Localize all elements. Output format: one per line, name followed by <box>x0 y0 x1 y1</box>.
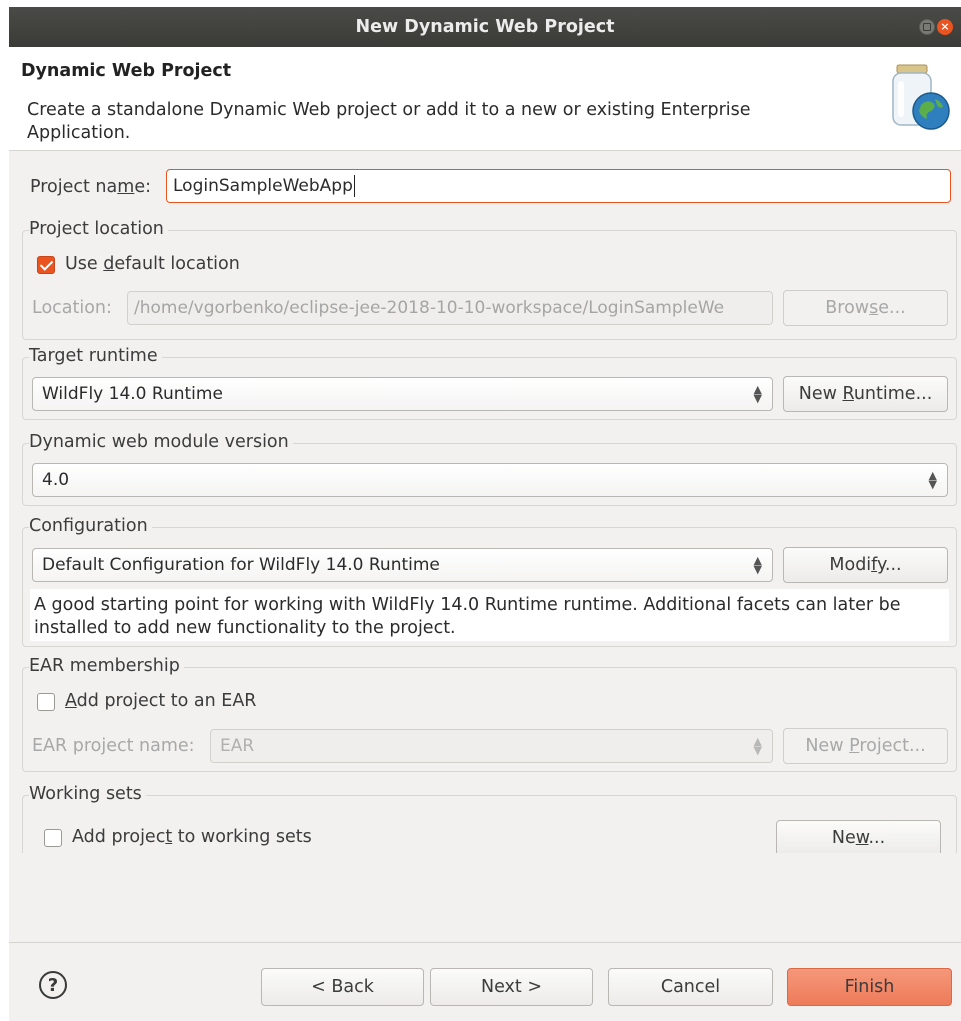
ear-project-name-select: EAR ▲ ▼ <box>210 729 773 763</box>
dialog-window: New Dynamic Web Project × Dynamic Web Pr… <box>9 7 961 1021</box>
configuration-select[interactable]: Default Configuration for WildFly 14.0 R… <box>32 548 773 582</box>
target-runtime-select[interactable]: WildFly 14.0 Runtime ▲ ▼ <box>32 377 773 411</box>
new-working-set-button[interactable]: New... <box>776 820 941 856</box>
add-to-ear-checkbox[interactable] <box>37 693 55 711</box>
window-minimize-icon[interactable] <box>919 19 935 35</box>
location-input: /home/vgorbenko/eclipse-jee-2018-10-10-w… <box>127 291 773 325</box>
project-name-input[interactable]: LoginSampleWebApp <box>166 169 951 203</box>
window-title: New Dynamic Web Project <box>355 17 615 37</box>
new-ear-project-button: New Project... <box>783 728 948 764</box>
module-version-group-label: Dynamic web module version <box>29 432 293 452</box>
location-label: Location: <box>32 298 112 318</box>
project-jar-globe-icon <box>892 64 950 130</box>
add-to-ear-label[interactable]: Add project to an EAR <box>65 691 256 711</box>
configuration-group-label: Configuration <box>29 516 152 536</box>
back-button[interactable]: < Back <box>261 968 424 1006</box>
add-to-working-sets-checkbox[interactable] <box>44 829 62 847</box>
configuration-description: A good starting point for working with W… <box>30 589 949 641</box>
next-button[interactable]: Next > <box>430 968 593 1006</box>
module-version-select[interactable]: 4.0 ▲ ▼ <box>32 463 948 497</box>
spinner-arrows-icon: ▲ ▼ <box>753 383 762 405</box>
project-location-group-label: Project location <box>29 219 168 239</box>
working-sets-group-label: Working sets <box>29 784 146 804</box>
content-clip <box>9 853 961 941</box>
text-cursor <box>353 175 355 197</box>
browse-button: Browse... <box>783 290 948 326</box>
use-default-location-label[interactable]: Use default location <box>65 254 240 274</box>
new-runtime-button[interactable]: New Runtime... <box>783 376 948 412</box>
spinner-arrows-icon: ▲ ▼ <box>753 735 762 757</box>
target-runtime-group-label: Target runtime <box>29 346 162 366</box>
wizard-page-description: Create a standalone Dynamic Web project … <box>27 100 751 143</box>
modify-button[interactable]: Modify... <box>783 547 948 583</box>
ear-membership-group-label: EAR membership <box>29 656 184 676</box>
spinner-arrows-icon: ▲ ▼ <box>928 469 937 491</box>
wizard-header: Dynamic Web Project Create a standalone … <box>9 47 961 151</box>
cancel-button[interactable]: Cancel <box>608 968 773 1006</box>
add-to-working-sets-label[interactable]: Add project to working sets <box>72 827 312 847</box>
ear-project-name-label: EAR project name: <box>32 736 195 756</box>
project-name-label: Project name: <box>30 177 151 197</box>
use-default-location-checkbox[interactable] <box>37 256 55 274</box>
window-close-icon[interactable]: × <box>937 19 953 35</box>
help-icon[interactable]: ? <box>39 971 67 999</box>
spinner-arrows-icon: ▲ ▼ <box>753 554 762 576</box>
footer-separator <box>9 942 961 943</box>
wizard-page-title: Dynamic Web Project <box>21 61 232 81</box>
finish-button[interactable]: Finish <box>787 968 952 1006</box>
